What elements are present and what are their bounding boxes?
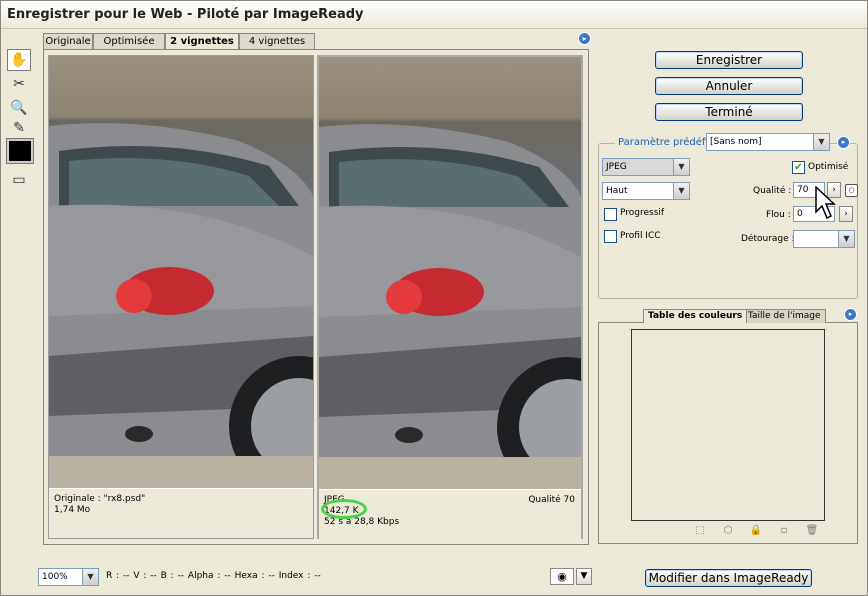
chevron-down-icon[interactable]: ▼ <box>673 183 689 199</box>
original-image <box>49 56 313 488</box>
new-color-icon[interactable]: ▫ <box>777 525 791 537</box>
zoom-tool-icon[interactable]: 🔍 <box>7 97 31 119</box>
tab-4-vignettes[interactable]: 4 vignettes <box>239 33 315 49</box>
original-filename: Originale : "rx8.psd" <box>54 494 146 504</box>
optimize-menu-icon[interactable]: ▸ <box>837 136 850 149</box>
quality-label: Qualité : <box>753 186 792 196</box>
blur-slider-arrow-icon[interactable]: › <box>839 206 853 222</box>
optimized-download-time: 52 s à 28,8 Kbps <box>324 517 400 527</box>
optimized-pane[interactable]: JPEG 142,7 K 52 s à 28,8 Kbps Qualité 70 <box>317 55 583 539</box>
preview-browser-icon[interactable]: ◉ <box>550 568 574 585</box>
tab-image-size[interactable]: Taille de l'image <box>743 309 826 323</box>
format-select[interactable]: JPEG ▼ <box>602 158 690 176</box>
original-info: Originale : "rx8.psd" 1,74 Mo <box>49 489 313 538</box>
matte-label: Détourage : <box>741 234 795 244</box>
eyedropper-tool-icon[interactable]: ✎ <box>7 117 31 139</box>
optimized-label: Optimisé <box>808 162 849 172</box>
save-button[interactable]: Enregistrer <box>655 51 803 69</box>
progressive-label: Progressif <box>620 208 665 218</box>
preset-value: [Sans nom] <box>710 137 762 147</box>
slice-select-tool-icon[interactable]: ✂ <box>7 73 31 95</box>
web-shift-icon[interactable]: ⬡ <box>721 525 735 537</box>
eyedropper-color-swatch[interactable] <box>6 138 34 164</box>
window-title: Enregistrer pour le Web - Piloté par Ima… <box>7 7 364 22</box>
format-value: JPEG <box>606 162 627 172</box>
mouse-cursor-icon <box>815 186 836 220</box>
color-readout: R : -- V : -- B : -- Alpha : -- Hexa : -… <box>106 571 321 581</box>
browser-menu-chevron-down-icon[interactable]: ▼ <box>576 568 592 585</box>
quality-level-select[interactable]: Haut ▼ <box>602 182 690 200</box>
hand-tool-icon[interactable]: ✋ <box>7 49 31 71</box>
chevron-down-icon[interactable]: ▼ <box>813 134 829 150</box>
preset-select[interactable]: [Sans nom] ▼ <box>706 133 830 151</box>
optimized-checkbox[interactable]: ✔ <box>792 161 805 174</box>
color-table-menu-icon[interactable]: ▸ <box>844 308 857 321</box>
optimized-quality: Qualité 70 <box>528 495 575 505</box>
icc-profile-label: Profil ICC <box>620 231 661 241</box>
save-for-web-window: Enregistrer pour le Web - Piloté par Ima… <box>0 0 868 596</box>
color-table-grid[interactable] <box>631 329 825 521</box>
matte-select[interactable]: ▼ <box>793 230 855 248</box>
quality-mask-icon[interactable]: ○ <box>845 184 858 197</box>
tab-2-vignettes[interactable]: 2 vignettes <box>165 33 239 49</box>
toggle-slices-icon[interactable]: ▭ <box>7 169 31 191</box>
optimized-info: JPEG 142,7 K 52 s à 28,8 Kbps Qualité 70 <box>319 490 581 539</box>
tab-color-table[interactable]: Table des couleurs <box>643 309 748 323</box>
map-to-transparent-icon[interactable]: ⬚ <box>693 525 707 537</box>
chevron-down-icon[interactable]: ▼ <box>82 569 98 585</box>
preview-menu-icon[interactable]: ▸ <box>578 32 591 45</box>
chevron-down-icon[interactable]: ▼ <box>673 159 689 175</box>
title-bar: Enregistrer pour le Web - Piloté par Ima… <box>1 1 867 29</box>
zoom-select[interactable]: 100% ▼ <box>38 568 99 586</box>
chevron-down-icon[interactable]: ▼ <box>838 231 854 247</box>
done-button[interactable]: Terminé <box>655 103 803 121</box>
filesize-highlight-circle <box>321 499 367 519</box>
progressive-checkbox[interactable] <box>604 208 617 221</box>
quality-level-value: Haut <box>606 186 628 196</box>
edit-in-imageready-button[interactable]: Modifier dans ImageReady <box>645 569 812 587</box>
original-pane[interactable]: Originale : "rx8.psd" 1,74 Mo <box>48 55 314 539</box>
cancel-button[interactable]: Annuler <box>655 77 803 95</box>
tab-optimisee[interactable]: Optimisée <box>93 33 165 49</box>
optimized-image <box>319 57 581 489</box>
delete-color-icon[interactable]: 🗑 <box>805 525 819 537</box>
zoom-value: 100% <box>42 572 68 582</box>
original-size: 1,74 Mo <box>54 505 91 515</box>
icc-profile-checkbox[interactable] <box>604 230 617 243</box>
blur-label: Flou : <box>766 210 791 220</box>
preview-area: Originale : "rx8.psd" 1,74 Mo JPEG 142,7… <box>43 49 589 545</box>
lock-color-icon[interactable]: 🔒 <box>749 525 763 537</box>
tab-originale[interactable]: Originale <box>43 33 93 49</box>
